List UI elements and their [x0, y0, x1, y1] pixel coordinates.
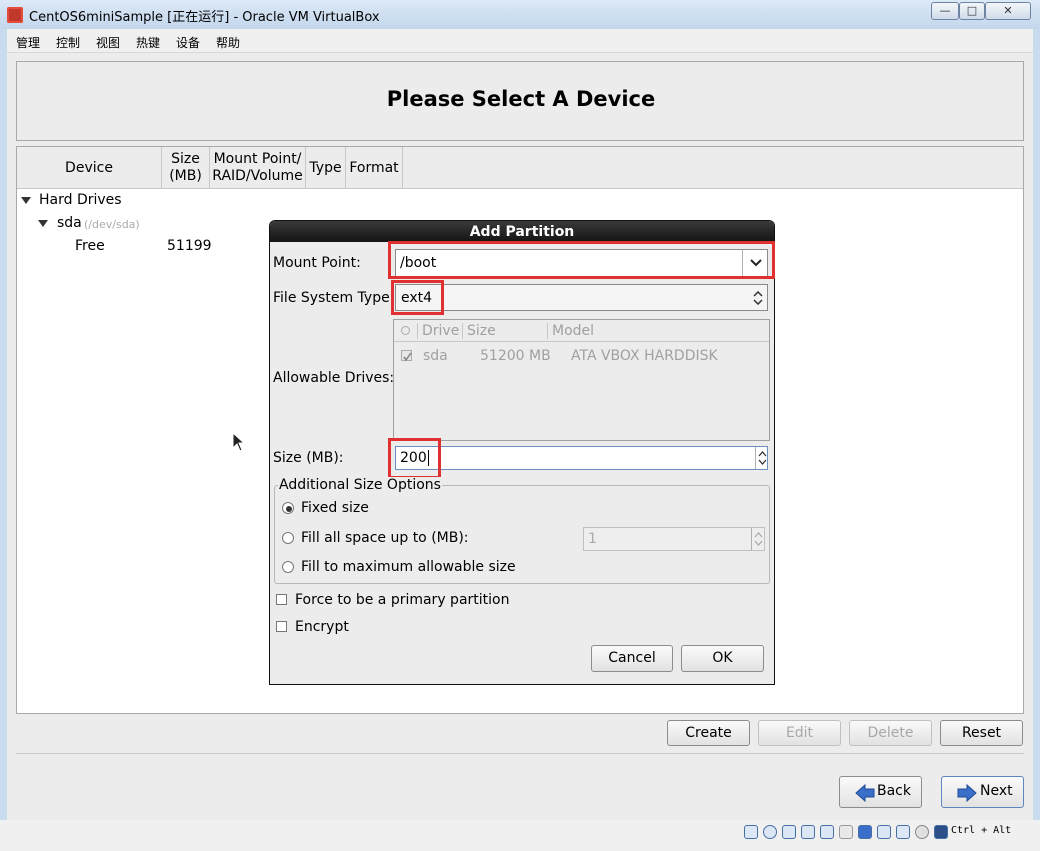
hard-disk-icon[interactable]	[744, 825, 758, 839]
next-button[interactable]: Next	[941, 776, 1024, 808]
arrow-left-icon	[855, 784, 875, 802]
create-button[interactable]: Create	[667, 720, 750, 746]
drive-name: sda	[423, 348, 448, 364]
guest-screen: Please Select A Device Device Size (MB) …	[7, 53, 1033, 820]
optical-drive-icon[interactable]	[763, 825, 777, 839]
column-format[interactable]: Format	[346, 147, 403, 189]
encrypt-label[interactable]: Encrypt	[295, 619, 349, 635]
fill-upto-radio[interactable]	[282, 532, 294, 544]
back-label: Back	[877, 783, 911, 799]
menu-hotkey[interactable]: 热键	[136, 34, 160, 51]
column-type[interactable]: Type	[306, 147, 346, 189]
fixed-size-label[interactable]: Fixed size	[301, 500, 369, 516]
drives-col-model: Model	[552, 323, 595, 339]
arrow-right-icon	[957, 784, 977, 802]
header-separator	[417, 323, 418, 339]
next-label: Next	[980, 783, 1013, 799]
allowable-drives-label: Allowable Drives:	[273, 370, 395, 386]
header-panel: Please Select A Device	[16, 61, 1024, 141]
dialog-title: Add Partition	[469, 224, 575, 240]
fs-type-label: File System Type:	[273, 290, 395, 306]
video-capture-icon[interactable]	[877, 825, 891, 839]
menu-manage[interactable]: 管理	[16, 34, 40, 51]
highlight-size	[388, 438, 441, 479]
add-partition-dialog: Add Partition Mount Point: /boot File Sy…	[269, 220, 775, 685]
menu-bar: 管理 控制 视图 热键 设备 帮助	[7, 29, 1033, 53]
tree-item-sda[interactable]: sda	[57, 215, 82, 231]
keyboard-capture-icon[interactable]	[934, 825, 948, 839]
drives-col-size: Size	[467, 323, 496, 339]
updown-arrows-icon[interactable]	[748, 285, 768, 310]
tree-item-hard-drives[interactable]: Hard Drives	[39, 192, 122, 208]
size-label: Size (MB):	[273, 450, 344, 466]
display-icon[interactable]	[858, 825, 872, 839]
drive-checkbox[interactable]	[401, 350, 412, 362]
fill-upto-value: 1	[588, 531, 597, 547]
virtualbox-app-icon	[7, 7, 23, 23]
column-device[interactable]: Device	[17, 147, 162, 189]
menu-view[interactable]: 视图	[96, 34, 120, 51]
edit-button[interactable]: Edit	[758, 720, 841, 746]
highlight-mount-point	[388, 241, 775, 279]
encrypt-checkbox[interactable]	[276, 621, 287, 632]
minimize-button[interactable]: —	[931, 2, 959, 20]
virtualization-icon[interactable]	[896, 825, 910, 839]
network-icon[interactable]	[801, 825, 815, 839]
column-size[interactable]: Size (MB)	[162, 147, 210, 189]
drives-list-header: Drive Size Model	[394, 320, 769, 342]
drive-row[interactable]: sda 51200 MB ATA VBOX HARDDISK	[394, 344, 769, 366]
fill-max-radio[interactable]	[282, 561, 294, 573]
mount-point-label: Mount Point:	[273, 255, 361, 271]
size-spinbox[interactable]: 200	[395, 446, 768, 470]
maximize-button[interactable]: □	[959, 2, 985, 20]
ok-button[interactable]: OK	[681, 645, 764, 672]
window-title: CentOS6miniSample [正在运行] - Oracle VM Vir…	[29, 10, 380, 25]
column-mount-point[interactable]: Mount Point/ RAID/Volume	[210, 147, 306, 189]
vm-statusbar: Ctrl + Alt	[0, 820, 1040, 851]
drive-size: 51200 MB	[480, 348, 551, 364]
spin-arrows-icon[interactable]	[751, 528, 764, 550]
dialog-titlebar: Add Partition	[270, 221, 774, 242]
header-separator	[547, 323, 548, 339]
drive-model: ATA VBOX HARDDISK	[571, 348, 718, 364]
reset-button[interactable]: Reset	[940, 720, 1023, 746]
page-title: Please Select A Device	[386, 87, 656, 111]
select-all-radio[interactable]	[401, 326, 410, 335]
fill-max-label[interactable]: Fill to maximum allowable size	[301, 559, 516, 575]
force-primary-checkbox[interactable]	[276, 594, 287, 605]
menu-help[interactable]: 帮助	[216, 34, 240, 51]
fixed-size-radio[interactable]	[282, 502, 294, 514]
fill-upto-spinbox[interactable]: 1	[583, 527, 765, 551]
drives-col-drive: Drive	[422, 323, 460, 339]
header-separator	[462, 323, 463, 339]
expand-triangle-icon[interactable]	[38, 220, 48, 227]
expand-triangle-icon[interactable]	[21, 197, 31, 204]
close-button[interactable]: ✕	[985, 2, 1031, 20]
allowable-drives-list: Drive Size Model sda 51200 MB ATA VBOX H…	[393, 319, 770, 441]
menu-control[interactable]: 控制	[56, 34, 80, 51]
tree-item-free[interactable]: Free	[75, 238, 105, 254]
shared-folders-icon[interactable]	[839, 825, 853, 839]
table-header: Device Size (MB) Mount Point/ RAID/Volum…	[17, 147, 1023, 189]
audio-icon[interactable]	[782, 825, 796, 839]
usb-icon[interactable]	[820, 825, 834, 839]
size-options-title: Additional Size Options	[278, 477, 442, 493]
divider	[16, 753, 1024, 754]
fill-upto-label[interactable]: Fill all space up to (MB):	[301, 530, 469, 546]
mouse-cursor-icon	[232, 432, 244, 452]
menu-devices[interactable]: 设备	[176, 34, 200, 51]
spin-arrows-icon[interactable]	[755, 447, 768, 469]
host-key-label: Ctrl + Alt	[951, 825, 1012, 836]
tree-item-sda-path: (/dev/sda)	[84, 218, 140, 231]
highlight-fs-type	[391, 280, 444, 315]
window-titlebar: CentOS6miniSample [正在运行] - Oracle VM Vir…	[0, 0, 1040, 29]
back-button[interactable]: Back	[839, 776, 922, 808]
delete-button[interactable]: Delete	[849, 720, 932, 746]
cancel-button[interactable]: Cancel	[591, 645, 673, 672]
tree-item-free-size: 51199	[167, 238, 212, 254]
mouse-integration-icon[interactable]	[915, 825, 929, 839]
fs-type-select[interactable]: ext4	[395, 284, 768, 311]
force-primary-label[interactable]: Force to be a primary partition	[295, 592, 509, 608]
